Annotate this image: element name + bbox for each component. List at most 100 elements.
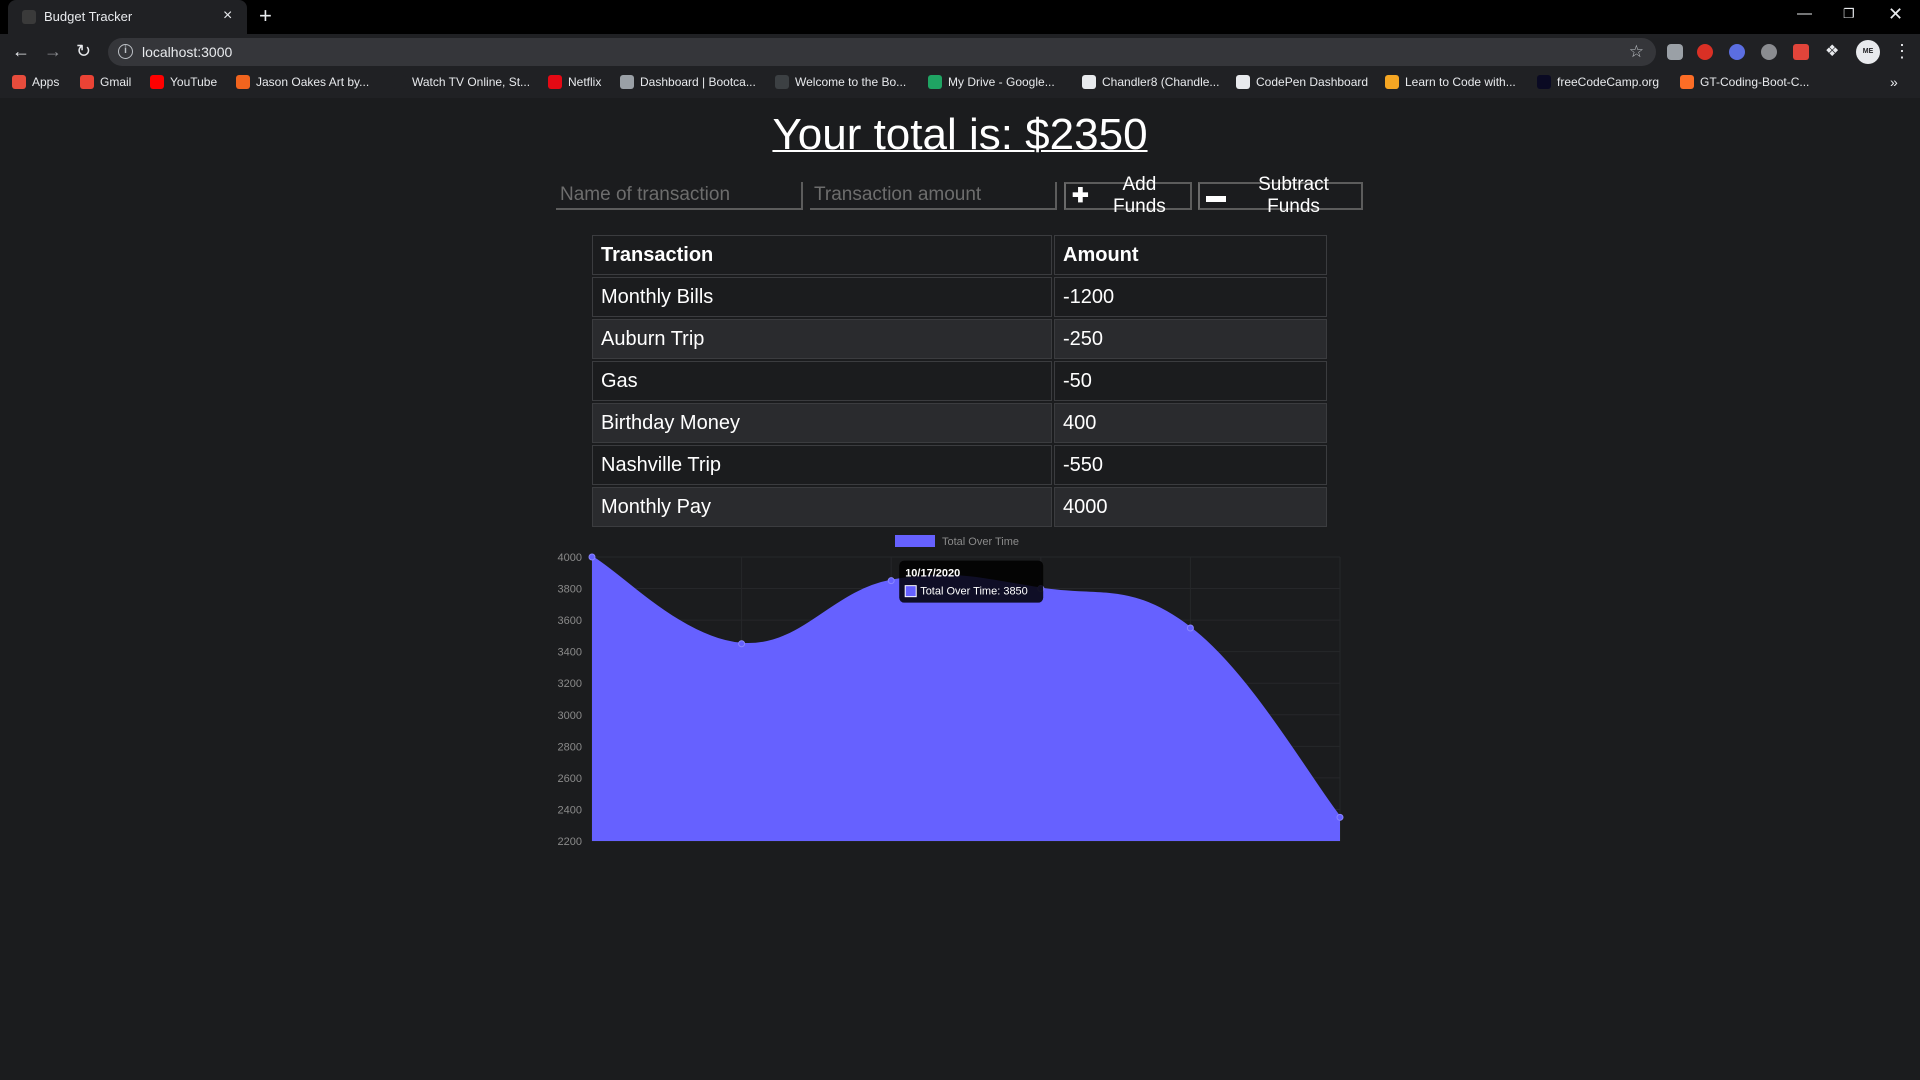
forward-icon[interactable]: → [44,40,62,62]
data-point[interactable] [887,577,895,585]
bookmark-item[interactable]: Watch TV Online, St... [392,75,530,89]
transaction-name-cell: Monthly Pay [592,487,1052,527]
github-icon [1082,75,1096,89]
profile-avatar[interactable]: ME [1856,40,1880,64]
reload-icon[interactable]: ↻ [76,40,91,62]
tooltip-body: Total Over Time: 3850 [920,586,1028,598]
total-over-time-chart[interactable]: 2200 2400 2600 2800 3000 3200 3400 3600 3800 4000… [540,531,1380,851]
bookmark-item[interactable]: Apps [12,75,59,89]
total-heading: Your total is: $2350 [772,110,1148,159]
bookmark-star-icon[interactable]: ☆ [1629,42,1644,62]
x-tick-label: 10/17/2020 [714,850,769,851]
minus-icon: ▬ [1206,185,1226,207]
plus-icon: ✚ [1072,185,1089,207]
bookmark-item[interactable]: Dashboard | Bootca... [620,75,756,89]
bookmark-label: Dashboard | Bootca... [640,75,756,89]
bookmark-item[interactable]: Welcome to the Bo... [775,75,906,89]
transaction-amount-input[interactable] [810,182,1057,210]
bookmark-label: Jason Oakes Art by... [256,75,370,89]
transaction-name-input[interactable] [556,182,803,210]
transaction-amount-cell: -250 [1054,319,1327,359]
bookmark-item[interactable]: YouTube [150,75,217,89]
bookmark-item[interactable]: Netflix [548,75,601,89]
legend-swatch [895,535,935,547]
browser-tab[interactable]: Budget Tracker × [8,0,247,34]
table-row: Gas -50 [592,361,1327,401]
extension-shield-icon[interactable] [1697,44,1713,60]
data-point[interactable] [1186,624,1194,632]
bookmark-item[interactable]: CodePen Dashboard [1236,75,1368,89]
codepen-icon [1236,75,1250,89]
bookmark-label: Learn to Code with... [1405,75,1516,89]
column-header-transaction: Transaction [592,235,1052,275]
tab-close-icon[interactable]: × [223,7,232,25]
extension-block-icon[interactable] [1729,44,1745,60]
transactions-table: Transaction Amount Monthly Bills -1200 A… [590,233,1329,529]
add-funds-button[interactable]: ✚ Add Funds [1064,174,1192,217]
google-drive-icon [928,75,942,89]
bookmark-item[interactable]: Gmail [80,75,131,89]
data-point[interactable] [738,640,746,648]
y-tick-label: 2600 [558,773,582,785]
url-text: localhost:3000 [142,44,233,60]
transaction-name-cell: Gas [592,361,1052,401]
y-tick-label: 2800 [558,741,582,753]
tooltip-swatch [904,585,917,598]
more-bookmarks-icon[interactable]: » [1890,74,1898,90]
transaction-name-cell: Birthday Money [592,403,1052,443]
tab-strip: Budget Tracker × + — ❐ ✕ [0,0,1920,34]
transaction-name-cell: Nashville Trip [592,445,1052,485]
codecademy-icon [1385,75,1399,89]
y-tick-label: 3600 [558,615,582,627]
bookmark-label: Chandler8 (Chandle... [1102,75,1220,89]
bookmark-item[interactable]: Learn to Code with... [1385,75,1516,89]
new-tab-button[interactable]: + [259,4,272,28]
bookmark-item[interactable]: My Drive - Google... [928,75,1055,89]
y-tick-label: 3000 [558,710,582,722]
bookmark-label: YouTube [170,75,218,89]
minimize-icon[interactable]: — [1797,4,1812,24]
bookmark-item[interactable]: Jason Oakes Art by... [236,75,369,89]
browser-menu-icon[interactable]: ⋮ [1893,41,1911,62]
x-icon [392,75,406,89]
x-tick-label: 10/17/2020 [864,850,919,851]
back-icon[interactable]: ← [12,40,30,62]
bookmark-label: Welcome to the Bo... [795,75,907,89]
browser-toolbar: ← → ↻ i localhost:3000 ☆ ❖ ME ⋮ [0,34,1920,70]
x-tick-label: 10/17/2020 [1013,850,1068,851]
transaction-name-cell: Auburn Trip [592,319,1052,359]
bookmark-item[interactable]: freeCodeCamp.org [1537,75,1659,89]
add-funds-label: Add Funds [1112,174,1166,217]
bookmark-item[interactable]: GT-Coding-Boot-C... [1680,75,1809,89]
address-bar[interactable]: i localhost:3000 ☆ [108,38,1656,66]
gmail-icon [80,75,94,89]
extension-arrow-icon[interactable] [1793,44,1809,60]
y-tick-label: 2400 [558,804,582,816]
y-tick-label: 3800 [558,584,582,596]
extension-glasses-icon[interactable] [1667,44,1683,60]
site-info-icon[interactable]: i [118,44,133,59]
bookmark-label: Gmail [100,75,132,89]
extension-drive-icon[interactable] [1761,44,1777,60]
x-tick-label: 10/17/2020 [1312,850,1367,851]
netflix-icon [548,75,562,89]
transaction-name-cell: Monthly Bills [592,277,1052,317]
budget-page: Your total is: $2350 ✚ Add Funds ▬ Subtr… [0,98,1920,1080]
extensions-puzzle-icon[interactable]: ❖ [1825,41,1839,63]
bookmark-item[interactable]: Chandler8 (Chandle... [1082,75,1219,89]
y-tick-label: 3200 [558,678,582,690]
table-row: Birthday Money 400 [592,403,1327,443]
subtract-funds-button[interactable]: ▬ Subtract Funds [1198,174,1363,217]
table-header-row: Transaction Amount [592,235,1327,275]
bookmark-label: GT-Coding-Boot-C... [1700,75,1810,89]
bookmark-label: Apps [32,75,60,89]
gitlab-icon [1680,75,1694,89]
bookmarks-bar: Apps Gmail YouTube Jason Oakes Art by... Wat… [0,70,1920,98]
x-tick-label: 10/17/2020 [1163,850,1218,851]
data-point[interactable] [588,553,596,561]
tab-favicon-icon [22,10,36,24]
close-window-icon[interactable]: ✕ [1888,4,1903,24]
restore-icon[interactable]: ❐ [1843,4,1855,24]
data-point[interactable] [1336,813,1344,821]
subtract-funds-label: Subtract Funds [1258,174,1329,217]
